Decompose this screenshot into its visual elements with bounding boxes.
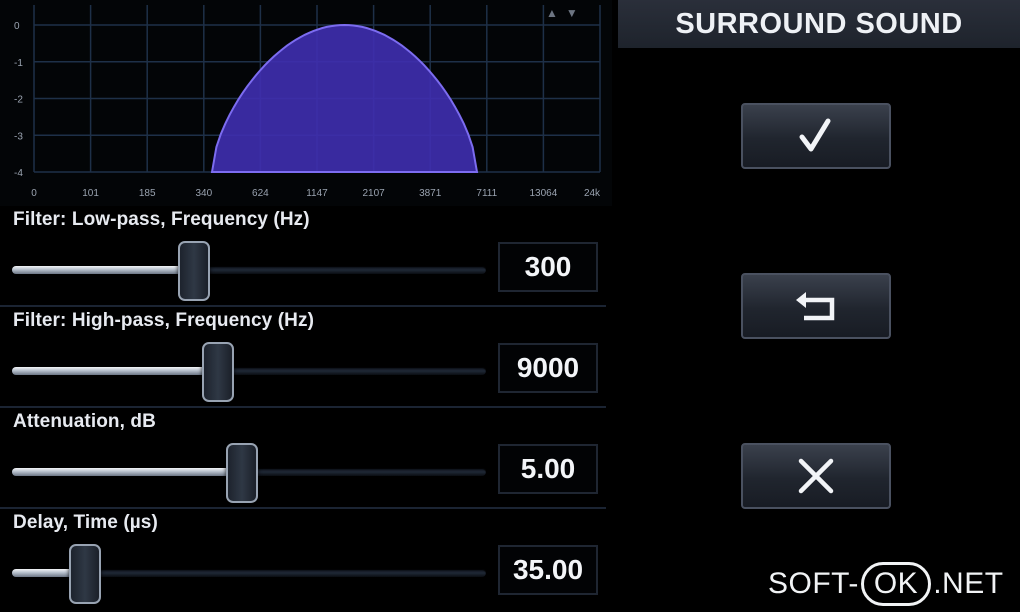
delay-slider[interactable] — [12, 544, 486, 604]
high-pass-value[interactable]: 9000 — [498, 343, 598, 393]
watermark: SOFT- OK .NET — [768, 562, 1004, 606]
frequency-response-graph: 0 -1 -2 -3 -4 0 101 185 340 624 1147 2107 3871 7111 13… — [0, 0, 612, 206]
watermark-prefix: SOFT- — [768, 567, 859, 600]
attenuation-row: Attenuation, dB 5.00 — [0, 408, 606, 509]
x-tick-label: 13064 — [529, 188, 557, 199]
title-bar: SURROUND SOUND — [618, 0, 1020, 48]
high-pass-row: Filter: High-pass, Frequency (Hz) 9000 — [0, 307, 606, 408]
graph-scroll-arrows[interactable]: ▲ ▼ — [546, 6, 578, 20]
x-tick-label: 0 — [31, 188, 37, 199]
arrow-down-icon[interactable]: ▼ — [566, 6, 578, 20]
slider-thumb[interactable] — [201, 342, 234, 402]
high-pass-slider[interactable] — [12, 342, 486, 402]
close-icon — [798, 458, 834, 494]
y-tick-label: -3 — [14, 131, 23, 142]
filter-response-curve — [210, 23, 479, 173]
delay-label: Delay, Time (µs) — [13, 512, 158, 533]
slider-fill — [12, 367, 216, 375]
delay-row: Delay, Time (µs) 35.00 — [0, 509, 606, 610]
low-pass-label: Filter: Low-pass, Frequency (Hz) — [13, 209, 310, 230]
x-tick-label: 101 — [82, 188, 99, 199]
undo-icon — [796, 292, 835, 321]
high-pass-label: Filter: High-pass, Frequency (Hz) — [13, 310, 315, 331]
watermark-suffix: .NET — [933, 567, 1004, 600]
y-tick-label: 0 — [14, 21, 20, 32]
x-tick-label: 3871 — [419, 188, 442, 199]
page-title: SURROUND SOUND — [675, 7, 963, 40]
revert-button[interactable] — [741, 273, 891, 339]
watermark-ok: OK — [860, 562, 932, 606]
x-tick-label: 7111 — [476, 188, 497, 199]
x-tick-label: 624 — [252, 188, 269, 199]
y-tick-label: -1 — [14, 58, 23, 69]
check-icon — [799, 118, 831, 152]
x-tick-label: 2107 — [362, 188, 385, 199]
delay-value[interactable]: 35.00 — [498, 545, 598, 595]
x-tick-label: 340 — [195, 188, 212, 199]
low-pass-slider[interactable] — [12, 241, 486, 301]
low-pass-value[interactable]: 300 — [498, 242, 598, 292]
slider-fill — [12, 266, 193, 274]
filter-settings-panel: Filter: Low-pass, Frequency (Hz) 300 Fil… — [0, 206, 612, 612]
slider-thumb[interactable] — [225, 443, 258, 503]
x-tick-label: 185 — [139, 188, 156, 199]
arrow-up-icon[interactable]: ▲ — [546, 6, 558, 20]
slider-fill — [12, 468, 240, 476]
attenuation-label: Attenuation, dB — [13, 411, 156, 432]
graph-canvas: 0 -1 -2 -3 -4 0 101 185 340 624 1147 2107 3871 7111 13… — [14, 5, 601, 199]
x-tick-label: 24k — [584, 188, 601, 199]
y-tick-label: -4 — [14, 168, 23, 179]
x-tick-label: 1147 — [306, 188, 328, 199]
cancel-button[interactable] — [741, 443, 891, 509]
attenuation-value[interactable]: 5.00 — [498, 444, 598, 494]
slider-thumb[interactable] — [69, 544, 102, 604]
attenuation-slider[interactable] — [12, 443, 486, 503]
confirm-button[interactable] — [741, 103, 891, 169]
low-pass-row: Filter: Low-pass, Frequency (Hz) 300 — [0, 206, 606, 307]
y-tick-label: -2 — [14, 95, 23, 106]
slider-thumb[interactable] — [178, 241, 211, 301]
